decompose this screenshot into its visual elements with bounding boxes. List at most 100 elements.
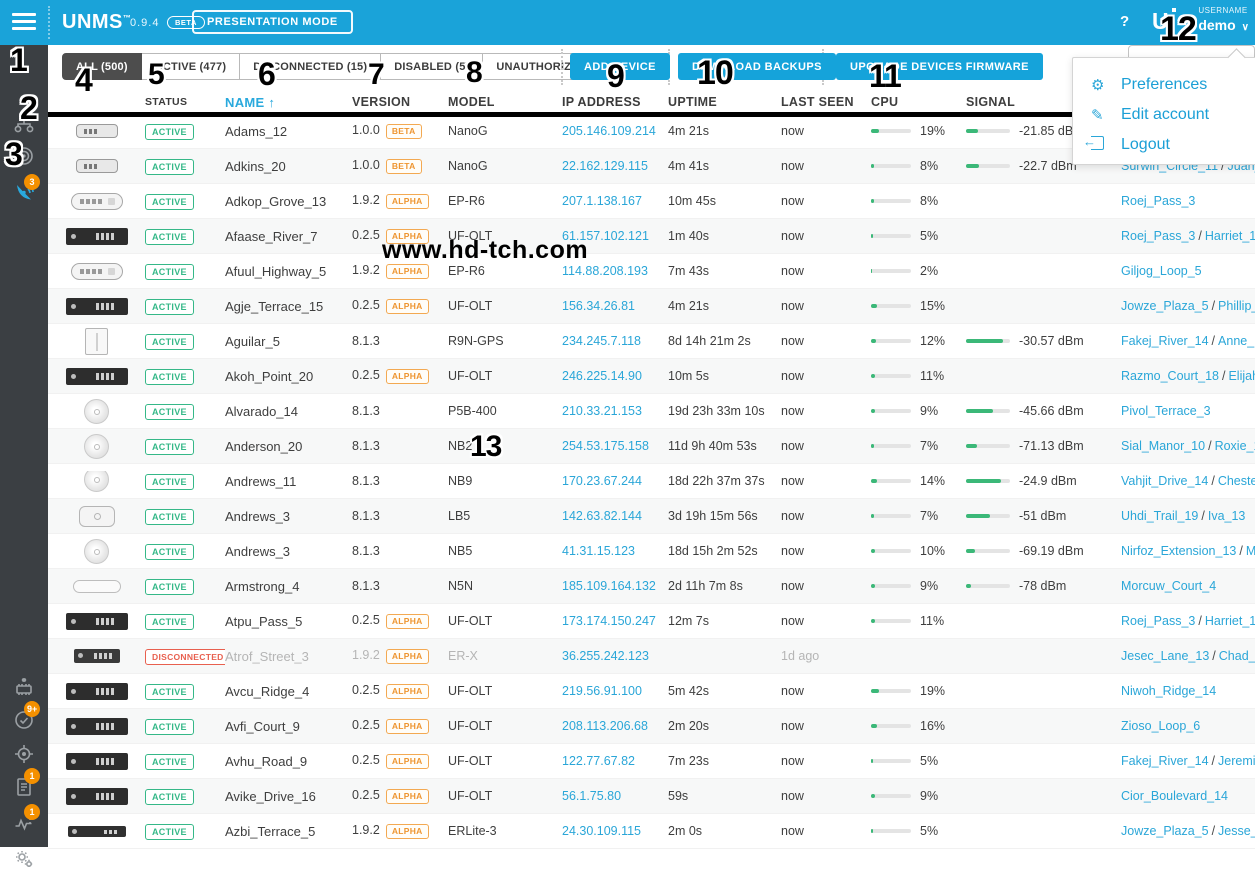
table-row[interactable]: ACTIVE Anderson_20 8.1.3 NB2 254.53.175.… xyxy=(48,429,1255,464)
tab-all[interactable]: ALL (500) xyxy=(62,53,142,80)
table-row[interactable]: ACTIVE Avfi_Court_9 0.2.5ALPHA UF-OLT 20… xyxy=(48,709,1255,744)
menu-item-preferences[interactable]: ⚙Preferences xyxy=(1073,70,1255,100)
table-row[interactable]: ACTIVE Andrews_11 8.1.3 NB9 170.23.67.24… xyxy=(48,464,1255,499)
site-link[interactable]: Roxie_1 xyxy=(1215,439,1255,453)
ip-address-link[interactable]: 114.88.208.193 xyxy=(562,264,648,278)
site-link[interactable]: Nirfoz_Extension_13 xyxy=(1121,544,1236,558)
device-model: ER-X xyxy=(448,649,562,663)
site-link[interactable]: Elijah_18 xyxy=(1228,369,1255,383)
sidebar-item-firmware[interactable] xyxy=(0,675,48,703)
ip-address-link[interactable]: 22.162.129.115 xyxy=(562,159,648,173)
table-row[interactable]: ACTIVE Avcu_Ridge_4 0.2.5ALPHA UF-OLT 21… xyxy=(48,674,1255,709)
sidebar-item-devices[interactable]: 3 xyxy=(0,181,48,209)
site-link[interactable]: Zioso_Loop_6 xyxy=(1121,719,1200,733)
site-link[interactable]: Razmo_Court_18 xyxy=(1121,369,1219,383)
sidebar-item-discovery[interactable] xyxy=(0,742,48,770)
ip-address-link[interactable]: 254.53.175.158 xyxy=(562,439,649,453)
table-row[interactable]: ACTIVE Akoh_Point_20 0.2.5ALPHA UF-OLT 2… xyxy=(48,359,1255,394)
site-link[interactable]: Fakej_River_14 xyxy=(1121,334,1209,348)
ip-address-link[interactable]: 205.146.109.214 xyxy=(562,124,656,138)
site-link[interactable]: Anne_13 xyxy=(1218,334,1255,348)
ip-address-link[interactable]: 246.225.14.90 xyxy=(562,369,642,383)
site-link[interactable]: Roej_Pass_3 xyxy=(1121,194,1195,208)
column-header-uptime[interactable]: UPTIME xyxy=(668,95,781,109)
ip-address-link[interactable]: 156.34.26.81 xyxy=(562,299,635,313)
ip-address-link[interactable]: 210.33.21.153 xyxy=(562,404,642,418)
ip-address-link[interactable]: 56.1.75.80 xyxy=(562,789,621,803)
site-link[interactable]: Giljog_Loop_5 xyxy=(1121,264,1202,278)
table-row[interactable]: ACTIVE Andrews_3 8.1.3 NB5 41.31.15.123 … xyxy=(48,534,1255,569)
table-row[interactable]: ACTIVE Aguilar_5 8.1.3 R9N-GPS 234.245.7… xyxy=(48,324,1255,359)
site-link[interactable]: Uhdi_Trail_19 xyxy=(1121,509,1198,523)
device-name: Aguilar_5 xyxy=(225,334,352,349)
site-link[interactable]: Jesse_18 xyxy=(1218,824,1255,838)
column-header-cpu[interactable]: CPU xyxy=(871,95,966,109)
ip-address-link[interactable]: 142.63.82.144 xyxy=(562,509,642,523)
ip-address-link[interactable]: 170.23.67.244 xyxy=(562,474,642,488)
help-icon[interactable]: ? xyxy=(1120,13,1129,30)
site-link[interactable]: Pivol_Terrace_3 xyxy=(1121,404,1211,418)
ip-address-link[interactable]: 234.245.7.118 xyxy=(562,334,641,348)
site-link[interactable]: Jesec_Lane_13 xyxy=(1121,649,1209,663)
table-row[interactable]: ACTIVE Afaase_River_7 0.2.5ALPHA UF-OLT … xyxy=(48,219,1255,254)
site-link[interactable]: Harriet_19 xyxy=(1205,614,1255,628)
ip-address-link[interactable]: 122.77.67.82 xyxy=(562,754,635,768)
table-row[interactable]: ACTIVE Avike_Drive_16 0.2.5ALPHA UF-OLT … xyxy=(48,779,1255,814)
site-link[interactable]: Cior_Boulevard_14 xyxy=(1121,789,1228,803)
site-link[interactable]: Roej_Pass_3 xyxy=(1121,614,1195,628)
ip-address-link[interactable]: 185.109.164.132 xyxy=(562,579,656,593)
upgrade-devices-firmware-button[interactable]: UPGRADE DEVICES FIRMWARE xyxy=(836,53,1043,80)
sidebar-item-settings[interactable] xyxy=(0,847,48,875)
table-row[interactable]: ACTIVE Atpu_Pass_5 0.2.5ALPHA UF-OLT 173… xyxy=(48,604,1255,639)
site-link[interactable]: Phillip_16 xyxy=(1218,299,1255,313)
site-link[interactable]: Roej_Pass_3 xyxy=(1121,229,1195,243)
site-link[interactable]: Manue xyxy=(1246,544,1255,558)
column-header-version[interactable]: VERSION xyxy=(352,95,448,109)
site-link[interactable]: Niwoh_Ridge_14 xyxy=(1121,684,1216,698)
ip-address-link[interactable]: 208.113.206.68 xyxy=(562,719,648,733)
uptime-value: 4m 21s xyxy=(668,299,781,313)
ip-address-link[interactable]: 36.255.242.123 xyxy=(562,649,649,663)
site-link[interactable]: Chester_5 xyxy=(1218,474,1255,488)
table-row[interactable]: ACTIVE Alvarado_14 8.1.3 P5B-400 210.33.… xyxy=(48,394,1255,429)
site-link[interactable]: Harriet_19 xyxy=(1205,229,1255,243)
column-header-status[interactable]: STATUS xyxy=(145,96,225,108)
ip-address-link[interactable]: 24.30.109.115 xyxy=(562,824,641,838)
site-link[interactable]: Morcuw_Court_4 xyxy=(1121,579,1216,593)
annotation-number-8: 8 xyxy=(466,56,482,90)
column-header-lastseen[interactable]: LAST SEEN xyxy=(781,95,871,109)
site-link[interactable]: Jowze_Plaza_5 xyxy=(1121,824,1209,838)
ip-address-link[interactable]: 219.56.91.100 xyxy=(562,684,642,698)
site-link[interactable]: Jeremiah_9 xyxy=(1218,754,1255,768)
table-row[interactable]: ACTIVE Agje_Terrace_15 0.2.5ALPHA UF-OLT… xyxy=(48,289,1255,324)
table-row[interactable]: ACTIVE Andrews_3 8.1.3 LB5 142.63.82.144… xyxy=(48,499,1255,534)
column-header-model[interactable]: MODEL xyxy=(448,95,562,109)
table-row[interactable]: DISCONNECTED Atrof_Street_3 1.9.2ALPHA E… xyxy=(48,639,1255,674)
table-row[interactable]: ACTIVE Adkop_Grove_13 1.9.2ALPHA EP-R6 2… xyxy=(48,184,1255,219)
status-badge: ACTIVE xyxy=(145,334,194,350)
sidebar-item-logs[interactable]: 1 xyxy=(0,775,48,803)
ip-address-link[interactable]: 207.1.138.167 xyxy=(562,194,642,208)
user-menu-trigger[interactable]: USERNAME demo∨ xyxy=(1198,6,1249,33)
site-link[interactable]: Chad_13 xyxy=(1219,649,1255,663)
sidebar-item-tasks[interactable]: 9+ xyxy=(0,708,48,736)
table-row[interactable]: ACTIVE Avhu_Road_9 0.2.5ALPHA UF-OLT 122… xyxy=(48,744,1255,779)
table-row[interactable]: ACTIVE Armstrong_4 8.1.3 N5N 185.109.164… xyxy=(48,569,1255,604)
presentation-mode-button[interactable]: PRESENTATION MODE xyxy=(192,10,353,34)
menu-item-edit-account[interactable]: ✎Edit account xyxy=(1073,100,1255,130)
hamburger-menu-icon[interactable] xyxy=(12,13,36,32)
site-link[interactable]: Fakej_River_14 xyxy=(1121,754,1209,768)
username-value: demo∨ xyxy=(1198,17,1249,33)
site-link[interactable]: Iva_13 xyxy=(1208,509,1246,523)
sidebar-item-outages[interactable]: 1 xyxy=(0,811,48,839)
column-header-name[interactable]: NAME ↑ xyxy=(225,95,352,110)
ip-address-link[interactable]: 173.174.150.247 xyxy=(562,614,656,628)
ip-address-link[interactable]: 41.31.15.123 xyxy=(562,544,635,558)
site-link[interactable]: Vahjit_Drive_14 xyxy=(1121,474,1208,488)
site-link[interactable]: Sial_Manor_10 xyxy=(1121,439,1205,453)
site-link[interactable]: Jowze_Plaza_5 xyxy=(1121,299,1209,313)
menu-item-logout[interactable]: Logout xyxy=(1073,130,1255,160)
table-row[interactable]: ACTIVE Azbi_Terrace_5 1.9.2ALPHA ERLite-… xyxy=(48,814,1255,849)
table-row[interactable]: ACTIVE Afuul_Highway_5 1.9.2ALPHA EP-R6 … xyxy=(48,254,1255,289)
column-header-ip[interactable]: IP ADDRESS xyxy=(562,95,668,109)
